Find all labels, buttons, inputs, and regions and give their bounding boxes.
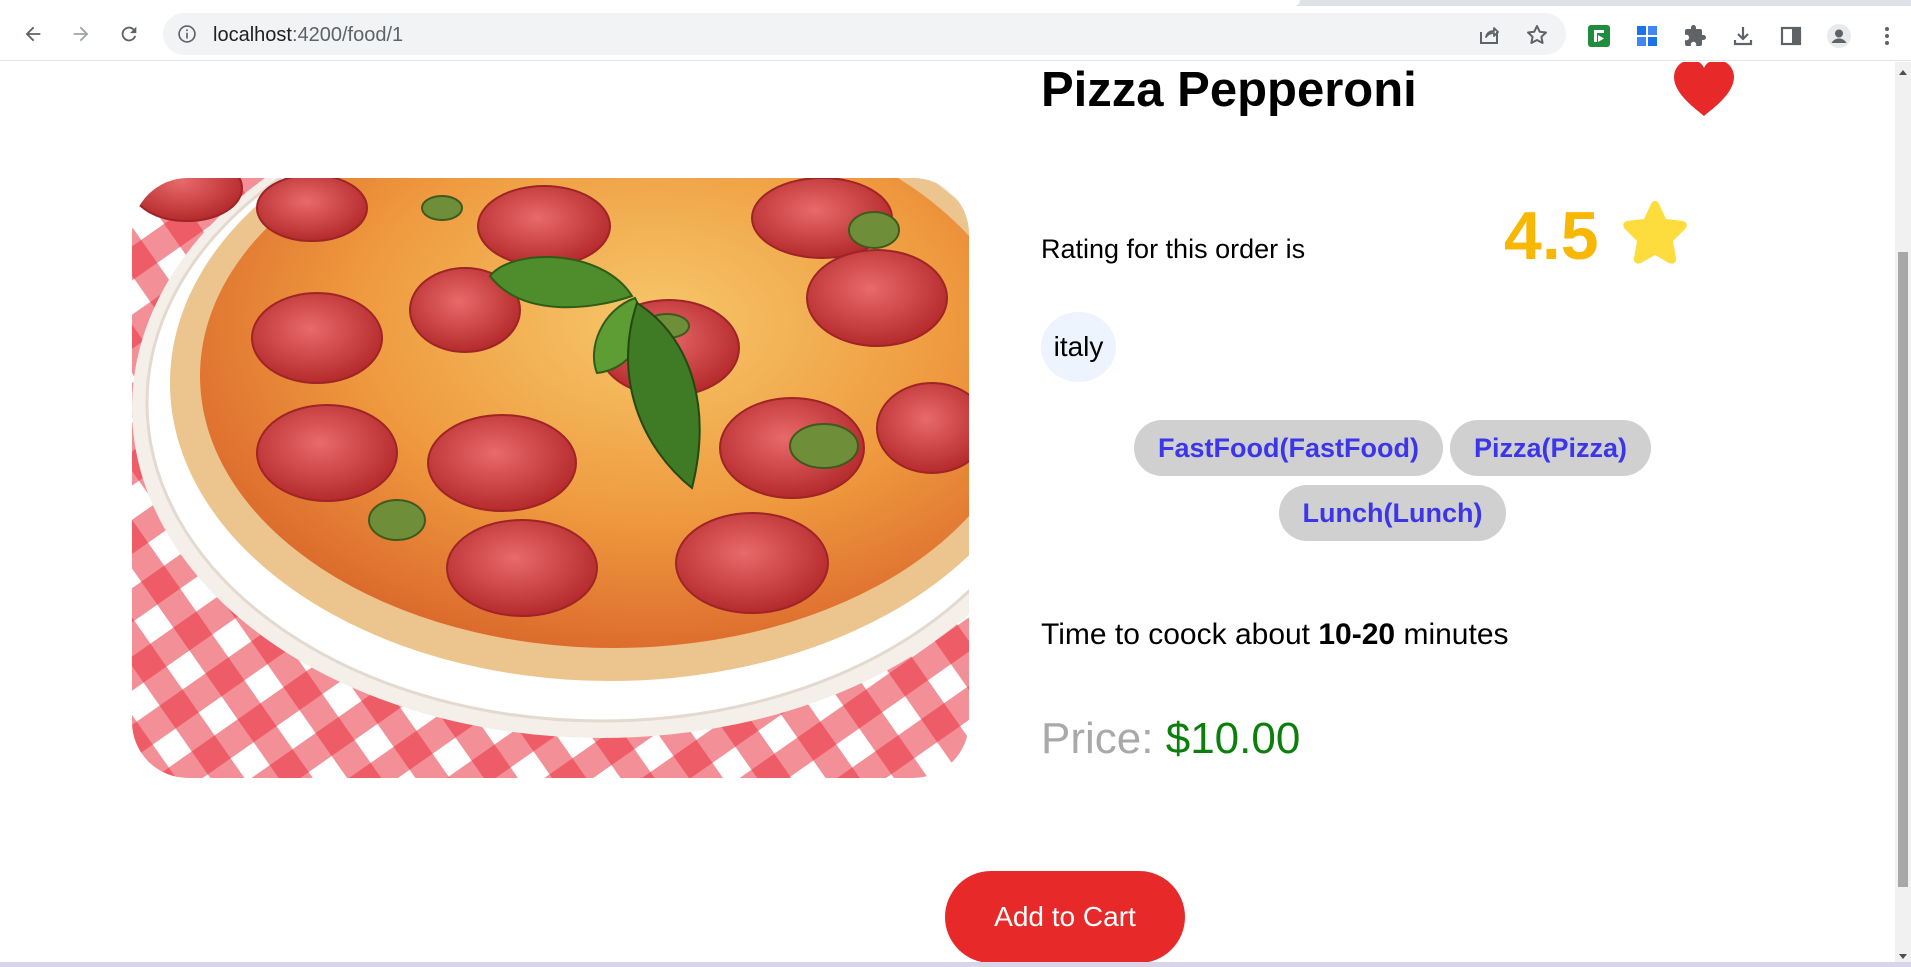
star-icon [1617,198,1693,270]
price-label: Price: [1041,714,1154,763]
tag-fastfood[interactable]: FastFood(FastFood) [1133,420,1443,476]
rating-label: Rating for this order is [1041,234,1306,264]
food-title: Pizza Pepperoni [1041,63,1417,117]
forward-button[interactable] [63,16,99,52]
favorite-button[interactable] [1672,62,1736,118]
cook-time-suffix: minutes [1403,618,1509,651]
page-bottom-edge [0,962,1911,967]
price-value: $10.00 [1165,714,1301,763]
reload-icon [121,26,137,42]
download-icon[interactable] [1730,23,1756,49]
share-icon[interactable] [1477,23,1501,47]
extension-windows-icon[interactable] [1634,23,1660,49]
profile-avatar-icon[interactable] [1826,23,1852,49]
extension-green-icon[interactable] [1586,23,1612,49]
price: Price: $10.00 [1041,714,1300,764]
origin-badge: italy [1041,312,1116,382]
cook-time-value: 10-20 [1318,618,1396,651]
tag-list: FastFood(FastFood) Pizza(Pizza) Lunch(Lu… [1130,420,1655,541]
menu-kebab-icon[interactable] [1874,23,1900,49]
food-image [132,178,969,778]
pizza-illustration [132,178,969,778]
star-outline-icon[interactable] [1525,23,1549,47]
puzzle-icon[interactable] [1682,23,1708,49]
address-bar[interactable]: localhost:4200/food/1 [163,13,1566,55]
page-viewport: Pizza Pepperoni Rating for this order is… [0,62,1911,967]
url-path: :4200/food/1 [291,24,404,46]
add-to-cart-button[interactable]: Add to Cart [945,871,1185,963]
tag-pizza[interactable]: Pizza(Pizza) [1449,420,1651,476]
arrow-right-icon [73,26,89,42]
arrow-left-icon [25,26,41,42]
side-panel-icon[interactable] [1778,23,1804,49]
origin-label: italy [1053,331,1104,362]
cook-time-prefix: Time to coock about [1041,618,1311,651]
add-to-cart-label: Add to Cart [994,901,1136,932]
heart-icon [1674,62,1734,116]
scroll-down-icon[interactable] [1898,951,1908,961]
scroll-up-icon[interactable] [1898,68,1908,78]
scrollbar-thumb[interactable] [1898,252,1908,887]
info-icon[interactable] [177,24,197,44]
url-host: localhost [213,24,292,46]
rating-value: 4.5 [1504,198,1599,274]
reload-button[interactable] [111,16,147,52]
url-text[interactable]: localhost:4200/food/1 [213,24,403,47]
page-scrollbar[interactable] [1895,62,1911,967]
tag-lunch[interactable]: Lunch(Lunch) [1278,485,1507,541]
cook-time: Time to coock about 10-20 minutes [1041,618,1509,652]
back-button[interactable] [15,16,51,52]
browser-toolbar: localhost:4200/food/1 [0,6,1911,61]
